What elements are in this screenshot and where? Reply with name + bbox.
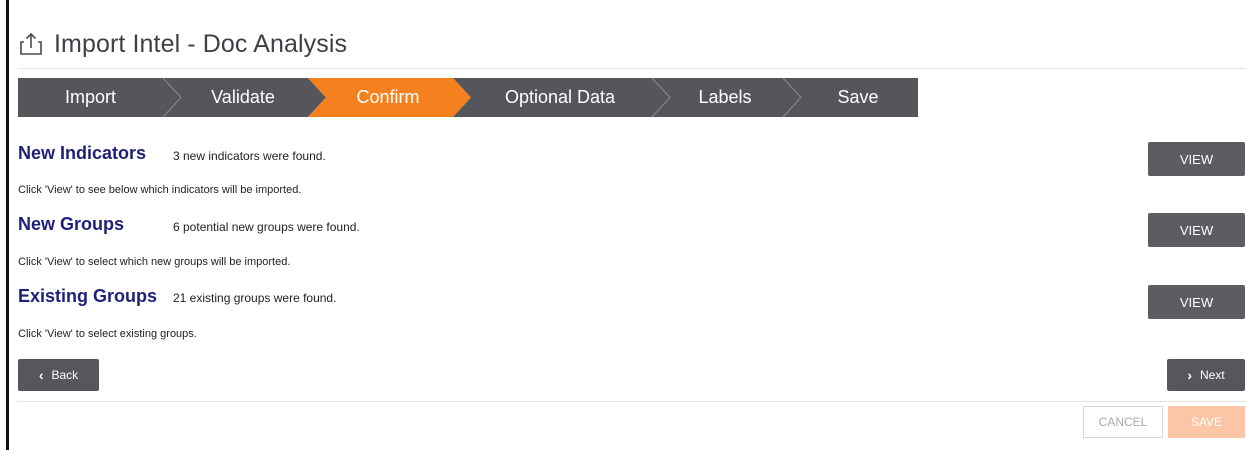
step-labels[interactable]: Labels bbox=[667, 78, 783, 117]
back-button[interactable]: ‹ Back bbox=[18, 359, 99, 391]
new-groups-count: 6 potential new groups were found. bbox=[173, 220, 360, 234]
next-button[interactable]: › Next bbox=[1167, 359, 1245, 391]
new-groups-title: New Groups bbox=[18, 214, 125, 234]
step-save[interactable]: Save bbox=[798, 78, 918, 117]
step-confirm[interactable]: Confirm bbox=[323, 78, 453, 117]
next-button-label: Next bbox=[1199, 368, 1225, 382]
view-existing-groups-button[interactable]: VIEW bbox=[1148, 285, 1245, 319]
view-new-indicators-button[interactable]: VIEW bbox=[1148, 142, 1245, 176]
chevron-right-icon: › bbox=[1187, 367, 1192, 383]
back-button-label: Back bbox=[51, 368, 79, 382]
existing-groups-count: 21 existing groups were found. bbox=[173, 291, 337, 305]
new-indicators-hint: Click 'View' to see below which indicato… bbox=[18, 184, 302, 196]
footer-divider bbox=[18, 401, 1245, 402]
cancel-button[interactable]: CANCEL bbox=[1083, 406, 1163, 438]
step-validate[interactable]: Validate bbox=[178, 78, 308, 117]
step-optional-data[interactable]: Optional Data bbox=[468, 78, 652, 117]
window-edge bbox=[6, 0, 9, 450]
new-groups-hint: Click 'View' to select which new groups … bbox=[18, 256, 291, 268]
step-import[interactable]: Import bbox=[18, 78, 163, 117]
import-dialog: Import Intel - Doc Analysis Import Valid… bbox=[0, 0, 1247, 450]
wizard-steps: Import Validate Confirm Optional Data La… bbox=[18, 78, 918, 117]
new-indicators-title: New Indicators bbox=[18, 143, 147, 163]
page-header: Import Intel - Doc Analysis bbox=[18, 26, 347, 62]
existing-groups-title: Existing Groups bbox=[18, 286, 158, 306]
existing-groups-hint: Click 'View' to select existing groups. bbox=[18, 328, 197, 340]
new-indicators-count: 3 new indicators were found. bbox=[173, 149, 326, 163]
upload-icon bbox=[20, 32, 42, 55]
chevron-left-icon: ‹ bbox=[38, 367, 44, 383]
save-button[interactable]: SAVE bbox=[1168, 406, 1245, 438]
page-title: Import Intel - Doc Analysis bbox=[54, 29, 348, 58]
header-divider bbox=[18, 68, 1245, 69]
view-new-groups-button[interactable]: VIEW bbox=[1148, 213, 1245, 247]
